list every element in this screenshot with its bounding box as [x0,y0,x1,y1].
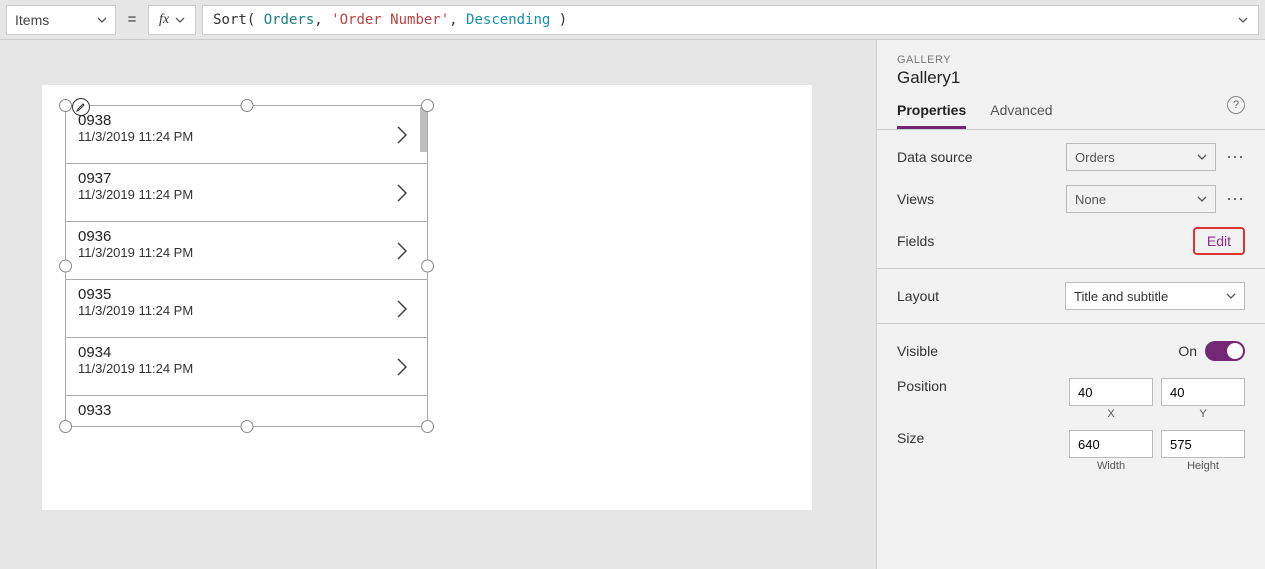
list-item[interactable]: 0935 11/3/2019 11:24 PM [66,280,427,338]
position-x-input[interactable] [1069,378,1153,406]
list-item[interactable]: 0934 11/3/2019 11:24 PM [66,338,427,396]
resize-handle[interactable] [240,99,253,112]
property-name: Items [15,12,49,28]
formula-space [323,12,331,28]
formula-bar: Items = fx Sort( Orders, 'Order Number',… [0,0,1265,40]
resize-handle[interactable] [421,420,434,433]
select-data-source[interactable]: Orders [1066,143,1216,171]
formula-paren: ) [559,12,567,28]
chevron-down-icon [1197,152,1207,162]
label-views: Views [897,191,1066,207]
position-x-caption: X [1069,408,1153,420]
formula-space [458,12,466,28]
chevron-down-icon[interactable] [1238,15,1248,25]
more-options-icon[interactable]: ⋯ [1226,147,1245,168]
select-value: Orders [1075,150,1115,165]
label-data-source: Data source [897,149,1066,165]
resize-handle[interactable] [59,99,72,112]
tab-properties[interactable]: Properties [897,102,966,129]
formula-id: Orders [264,12,315,28]
resize-handle[interactable] [421,99,434,112]
control-name[interactable]: Gallery1 [897,68,1245,88]
formula-space [255,12,263,28]
help-icon[interactable]: ? [1227,96,1245,114]
select-layout[interactable]: Title and subtitle [1065,282,1245,310]
position-y-input[interactable] [1161,378,1245,406]
resize-handle[interactable] [421,260,434,273]
toggle-text: On [1178,343,1197,359]
size-height-caption: Height [1161,460,1245,472]
list-item[interactable]: 0936 11/3/2019 11:24 PM [66,222,427,280]
chevron-down-icon [1197,194,1207,204]
label-position: Position [897,378,1069,394]
formula-string: 'Order Number' [331,12,449,28]
size-height-input[interactable] [1161,430,1245,458]
list-item-title: 0937 [78,170,415,187]
list-item-subtitle: 11/3/2019 11:24 PM [78,245,415,260]
label-fields: Fields [897,233,1193,249]
chevron-down-icon [97,15,107,25]
select-value: Title and subtitle [1074,289,1168,304]
property-selector[interactable]: Items [6,5,116,35]
resize-handle[interactable] [59,420,72,433]
formula-keyword: Descending [466,12,550,28]
list-item-subtitle: 11/3/2019 11:24 PM [78,303,415,318]
chevron-down-icon [175,15,185,25]
select-views[interactable]: None [1066,185,1216,213]
formula-space [550,12,558,28]
list-item-title: 0934 [78,344,415,361]
properties-panel: GALLERY Gallery1 ? Properties Advanced D… [876,40,1265,569]
panel-tabs: Properties Advanced [877,88,1265,130]
list-item[interactable]: 0937 11/3/2019 11:24 PM [66,164,427,222]
chevron-down-icon [1226,291,1236,301]
list-item-subtitle: 11/3/2019 11:24 PM [78,129,415,144]
label-layout: Layout [897,288,1065,304]
label-visible: Visible [897,343,1178,359]
more-options-icon[interactable]: ⋯ [1226,189,1245,210]
list-item-subtitle: 11/3/2019 11:24 PM [78,187,415,202]
position-y-caption: Y [1161,408,1245,420]
list-item-subtitle: 11/3/2019 11:24 PM [78,361,415,376]
formula-paren: ( [247,12,255,28]
list-item-title: 0933 [78,402,415,419]
formula-comma: , [449,12,457,28]
formula-input[interactable]: Sort( Orders, 'Order Number', Descending… [202,5,1259,35]
chevron-right-icon[interactable] [395,123,409,147]
resize-handle[interactable] [240,420,253,433]
fields-edit-button[interactable]: Edit [1193,227,1245,255]
visible-toggle[interactable] [1205,341,1245,361]
select-value: None [1075,192,1106,207]
list-item[interactable]: 0938 11/3/2019 11:24 PM [66,106,427,164]
label-size: Size [897,430,1069,446]
chevron-right-icon[interactable] [395,297,409,321]
chevron-right-icon[interactable] [395,181,409,205]
gallery-control[interactable]: 0938 11/3/2019 11:24 PM 0937 11/3/2019 1… [65,105,428,427]
fx-button[interactable]: fx [148,5,196,35]
app-frame: 0938 11/3/2019 11:24 PM 0937 11/3/2019 1… [42,85,812,510]
equals-sign: = [122,11,142,28]
formula-fn: Sort [213,12,247,28]
formula-comma: , [314,12,322,28]
size-width-caption: Width [1069,460,1153,472]
list-item-title: 0935 [78,286,415,303]
resize-handle[interactable] [59,260,72,273]
canvas-area[interactable]: 0938 11/3/2019 11:24 PM 0937 11/3/2019 1… [0,40,876,569]
chevron-right-icon[interactable] [395,239,409,263]
control-type: GALLERY [897,54,1245,66]
list-item-title: 0938 [78,112,415,129]
fx-label: fx [159,12,169,28]
gallery-items: 0938 11/3/2019 11:24 PM 0937 11/3/2019 1… [66,106,427,426]
tab-advanced[interactable]: Advanced [990,102,1052,129]
list-item-title: 0936 [78,228,415,245]
size-width-input[interactable] [1069,430,1153,458]
template-edit-icon[interactable] [72,98,90,116]
chevron-right-icon[interactable] [395,355,409,379]
